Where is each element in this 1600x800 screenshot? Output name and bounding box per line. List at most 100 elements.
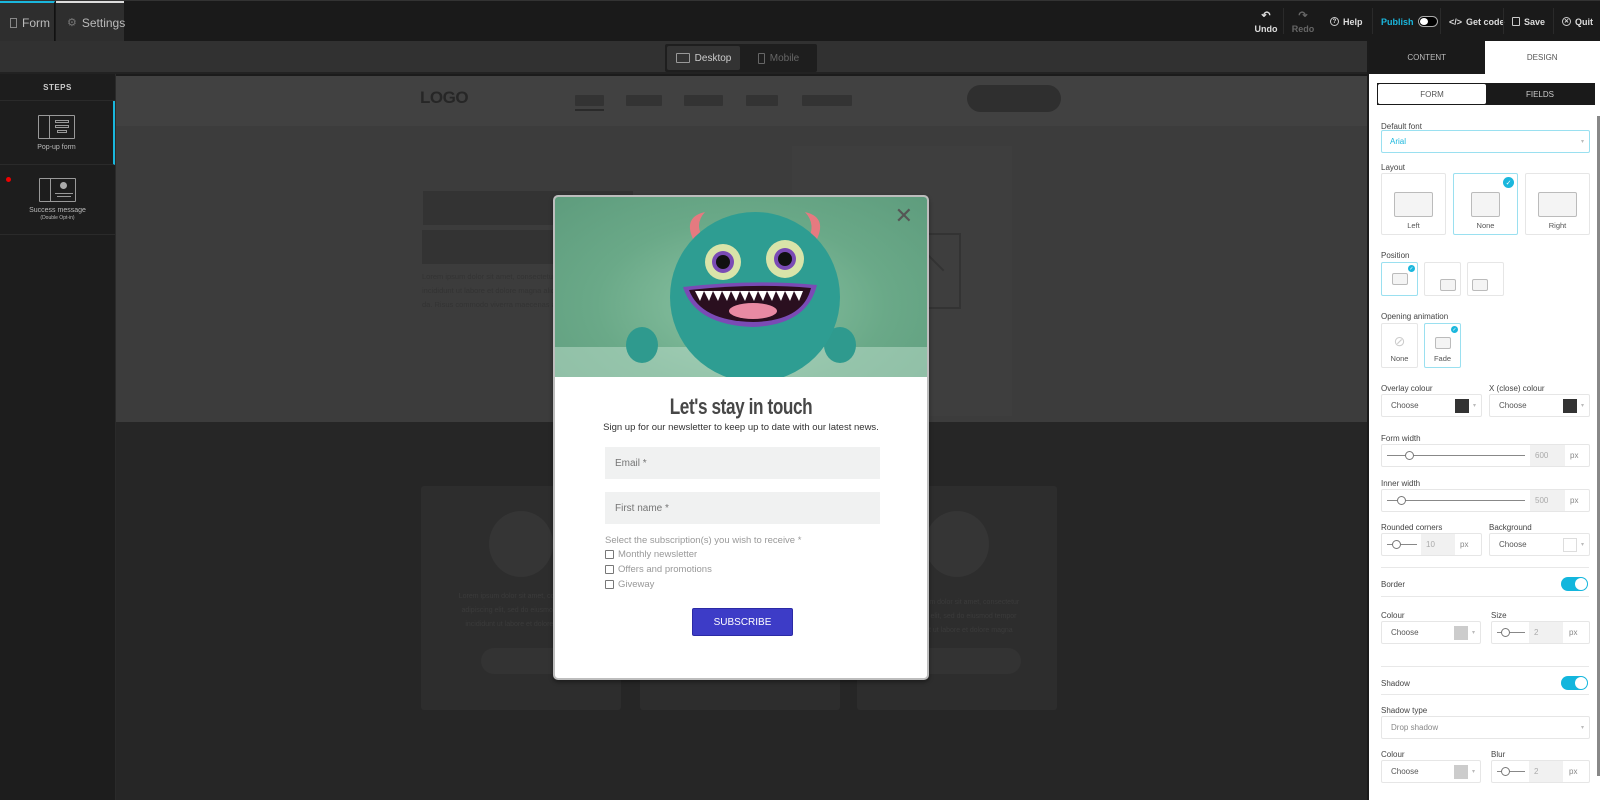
slider-knob[interactable]: [1501, 628, 1510, 637]
mobile-icon: [757, 52, 765, 64]
divider: [1381, 596, 1589, 597]
shadow-colour-picker[interactable]: Choose ▾: [1381, 760, 1481, 783]
desktop-icon: [675, 53, 690, 63]
mobile-button[interactable]: Mobile: [742, 46, 815, 70]
step-popup-form[interactable]: Pop-up form: [0, 101, 115, 165]
undo-label: Undo: [1254, 24, 1278, 34]
inner-width-slider[interactable]: [1387, 500, 1525, 501]
layout-label: Layout: [1381, 163, 1406, 172]
border-colour-swatch: [1454, 625, 1468, 640]
nav-placeholder: [575, 95, 604, 106]
step-sublabel: (Double Opt-in): [40, 215, 75, 221]
checkbox-giveway[interactable]: Giveway: [605, 579, 654, 590]
layout-left-icon: [1394, 192, 1433, 217]
save-button[interactable]: Save: [1512, 1, 1545, 42]
publish-control[interactable]: Publish: [1381, 1, 1438, 42]
step-label: Success message: [29, 207, 86, 214]
inner-width-control: 500 px: [1381, 489, 1590, 512]
shadow-colour-swatch: [1454, 764, 1468, 779]
tab-content[interactable]: CONTENT: [1369, 41, 1485, 74]
background-colour-picker[interactable]: Choose ▾: [1489, 533, 1590, 556]
chevron-down-icon: ▾: [1580, 139, 1584, 145]
slider-knob[interactable]: [1392, 540, 1401, 549]
animation-option-fade[interactable]: ✓ Fade: [1424, 323, 1461, 368]
tab-design[interactable]: DESIGN: [1485, 41, 1600, 74]
default-font-select[interactable]: Arial ▾: [1381, 130, 1590, 153]
unit-label: px: [1569, 767, 1578, 776]
tab-settings[interactable]: ⚙ Settings: [56, 1, 126, 42]
layout-right-icon: [1538, 192, 1577, 217]
email-field[interactable]: [605, 447, 880, 479]
top-bar: Form ⚙ Settings ↶ Undo ↷ Redo ? Help Pub…: [0, 0, 1600, 42]
position-option-center[interactable]: ✓: [1381, 262, 1418, 296]
slider-knob[interactable]: [1405, 451, 1414, 460]
animation-option-none[interactable]: ⊘ None: [1381, 323, 1418, 368]
inner-width-input[interactable]: 500: [1530, 490, 1565, 511]
border-colour-picker[interactable]: Choose ▾: [1381, 621, 1481, 644]
gear-icon: ⚙: [67, 17, 77, 29]
blur-label: Blur: [1491, 750, 1506, 759]
warning-dot: [6, 177, 11, 182]
close-colour-label: X (close) colour: [1489, 384, 1545, 393]
position-label: Position: [1381, 251, 1410, 260]
subtab-form[interactable]: FORM: [1378, 84, 1486, 104]
get-code-button[interactable]: </> Get code: [1449, 1, 1505, 42]
overlay-colour-picker[interactable]: Choose ▾: [1381, 394, 1482, 417]
publish-toggle[interactable]: [1417, 16, 1438, 27]
layout-option-none[interactable]: ✓ None: [1453, 173, 1518, 235]
divider: [1381, 567, 1589, 568]
rounded-input[interactable]: 10: [1421, 534, 1455, 555]
slider-knob[interactable]: [1501, 767, 1510, 776]
nav-placeholder: [802, 95, 852, 106]
unit-select[interactable]: px: [1570, 445, 1578, 466]
undo-button[interactable]: ↶ Undo: [1253, 1, 1279, 42]
publish-label: Publish: [1381, 16, 1414, 27]
help-button[interactable]: ? Help: [1330, 1, 1363, 42]
blur-input[interactable]: 2: [1529, 761, 1563, 782]
redo-icon: ↷: [1298, 10, 1308, 22]
close-colour-swatch: [1563, 398, 1577, 413]
border-label: Border: [1381, 580, 1406, 589]
design-subtabs: FORM FIELDS: [1377, 83, 1595, 105]
desktop-button[interactable]: Desktop: [667, 46, 740, 70]
tab-settings-label: Settings: [81, 15, 126, 30]
layout-option-left[interactable]: Left: [1381, 173, 1446, 235]
chevron-down-icon: ▾: [1580, 725, 1584, 731]
shadow-colour-label: Colour: [1381, 750, 1405, 759]
step-success-message[interactable]: Success message (Double Opt-in): [0, 165, 115, 235]
code-icon: </>: [1449, 16, 1463, 27]
redo-button[interactable]: ↷ Redo: [1290, 1, 1316, 42]
preview-toolbar: Desktop Mobile: [0, 41, 1367, 74]
form-icon: [10, 17, 17, 28]
design-panel: CONTENT DESIGN FORM FIELDS Default font …: [1367, 41, 1600, 800]
tab-form[interactable]: Form: [0, 1, 55, 42]
form-width-input[interactable]: 600: [1530, 445, 1565, 466]
divider: [1503, 8, 1504, 34]
shadow-toggle[interactable]: [1561, 676, 1588, 690]
overlay-colour-label: Overlay colour: [1381, 384, 1433, 393]
slider-knob[interactable]: [1397, 496, 1406, 505]
border-size-input[interactable]: 2: [1529, 622, 1563, 643]
checkbox-offers-promotions[interactable]: Offers and promotions: [605, 564, 712, 575]
close-colour-picker[interactable]: Choose ▾: [1489, 394, 1590, 417]
unit-select[interactable]: px: [1570, 490, 1578, 511]
unit-label: px: [1460, 540, 1469, 549]
rounded-corners-label: Rounded corners: [1381, 523, 1443, 532]
save-label: Save: [1524, 16, 1546, 27]
quit-button[interactable]: ✕ Quit: [1562, 1, 1593, 42]
desktop-label: Desktop: [694, 52, 732, 64]
preview-header: LOGO: [116, 76, 1367, 126]
position-option-bottom-right[interactable]: [1424, 262, 1461, 296]
check-icon: ✓: [1451, 326, 1458, 333]
shadow-type-select[interactable]: Drop shadow ▾: [1381, 716, 1590, 739]
close-icon[interactable]: ✕: [895, 203, 913, 229]
subtab-fields[interactable]: FIELDS: [1486, 84, 1594, 104]
layout-option-right[interactable]: Right: [1525, 173, 1590, 235]
tab-form-label: Form: [22, 15, 50, 30]
nav-placeholder: [746, 95, 778, 106]
position-option-bottom-left[interactable]: [1467, 262, 1504, 296]
subscribe-button[interactable]: SUBSCRIBE: [692, 608, 793, 636]
border-toggle[interactable]: [1561, 577, 1588, 591]
first-name-field[interactable]: [605, 492, 880, 524]
checkbox-monthly-newsletter[interactable]: Monthly newsletter: [605, 549, 697, 560]
